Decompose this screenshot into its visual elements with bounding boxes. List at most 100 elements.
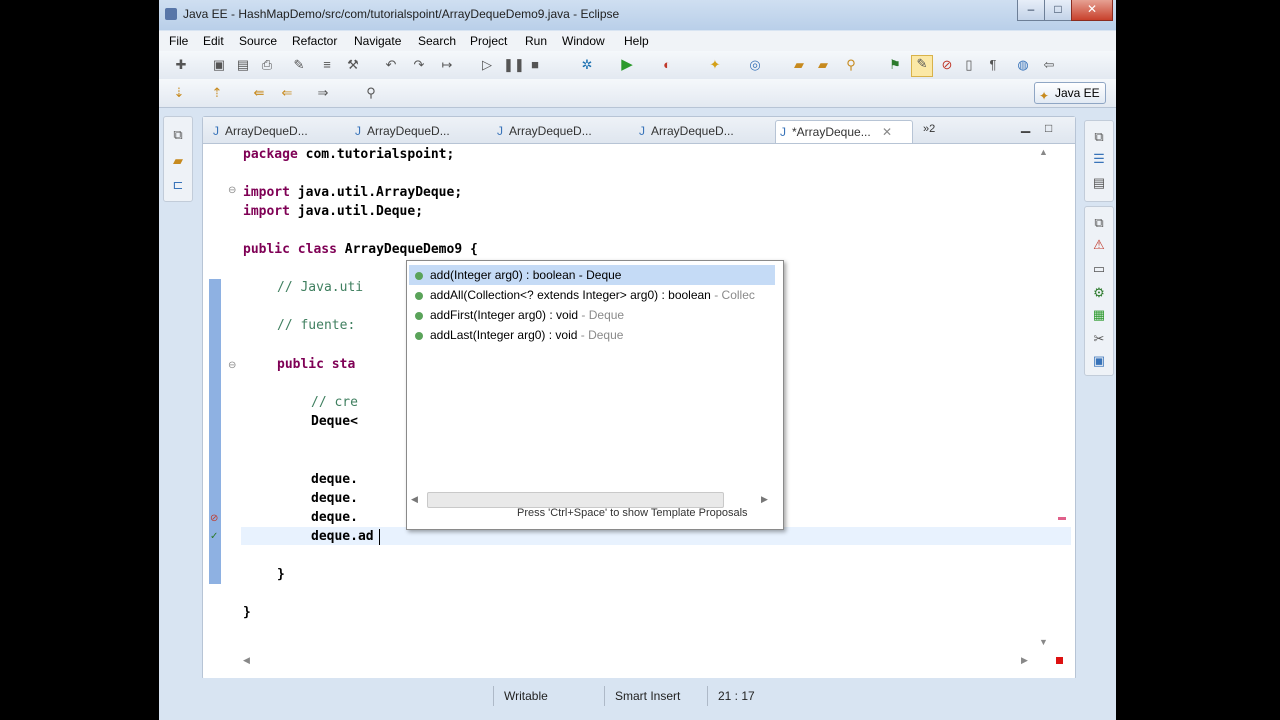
- tab-arraydeque-4[interactable]: J ArrayDequeD...: [635, 120, 765, 142]
- tab-arraydeque-1[interactable]: J ArrayDequeD...: [209, 120, 339, 142]
- globe-icon[interactable]: ◍: [1015, 57, 1031, 73]
- proposal-item[interactable]: addLast(Integer arg0) : void - Deque: [415, 325, 623, 345]
- print-icon[interactable]: ⎙: [259, 57, 275, 73]
- code-line-import-2[interactable]: import java.util.Deque;: [243, 204, 423, 219]
- close-button[interactable]: ✕: [1071, 0, 1113, 21]
- back-icon[interactable]: ⇐: [279, 85, 295, 101]
- stop-icon[interactable]: ■: [527, 57, 543, 73]
- javadoc-icon[interactable]: ▭: [1091, 261, 1107, 277]
- code-line-deque-1[interactable]: deque.: [311, 472, 358, 487]
- undo-icon[interactable]: ↶: [383, 57, 399, 73]
- proposal-item[interactable]: add(Integer arg0) : boolean - Deque: [409, 265, 775, 285]
- toggle-mark-icon[interactable]: ⊘: [939, 57, 955, 73]
- proposal-item[interactable]: addFirst(Integer arg0) : void - Deque: [415, 305, 624, 325]
- code-line-current[interactable]: deque.ad: [311, 529, 374, 544]
- next-annotation-icon[interactable]: ⇣: [171, 85, 187, 101]
- data-source-icon[interactable]: ▦: [1091, 307, 1107, 323]
- type-hierarchy-icon[interactable]: ⊏: [170, 177, 186, 193]
- scroll-right-icon[interactable]: ▶: [1021, 655, 1028, 666]
- highlight-toggle-icon[interactable]: ✎: [911, 55, 933, 77]
- redo-icon[interactable]: ↷: [411, 57, 427, 73]
- open-type-icon[interactable]: ▰: [815, 57, 831, 73]
- new-server-icon[interactable]: ◎: [747, 57, 763, 73]
- tab-arraydeque-active[interactable]: J *ArrayDeque... ✕: [775, 120, 913, 143]
- menu-navigate[interactable]: Navigate: [354, 34, 401, 48]
- proposal-horizontal-scrollbar[interactable]: [427, 492, 724, 508]
- pen-icon[interactable]: ✎: [291, 57, 307, 73]
- search-icon[interactable]: ⚲: [843, 57, 859, 73]
- open-folder-icon[interactable]: ▰: [791, 57, 807, 73]
- console-icon[interactable]: ▣: [1091, 353, 1107, 369]
- menu-source[interactable]: Source: [239, 34, 277, 48]
- snippets-icon[interactable]: ✂: [1091, 331, 1107, 347]
- pilcrow-icon[interactable]: ¶: [985, 57, 1001, 73]
- restore-bottom-icon[interactable]: ⧉: [1091, 215, 1107, 231]
- restore-icon[interactable]: ⧉: [170, 127, 186, 143]
- minimize-editor-icon[interactable]: ▁: [1021, 119, 1030, 133]
- prev-annotation-icon[interactable]: ⇡: [209, 85, 225, 101]
- run-icon[interactable]: ▶: [619, 57, 635, 73]
- problems-icon[interactable]: ⚠: [1091, 237, 1107, 253]
- scroll-left-icon[interactable]: ◀: [243, 655, 250, 666]
- fold-import-icon[interactable]: ⊖: [228, 185, 236, 196]
- menu-file[interactable]: File: [169, 34, 188, 48]
- code-line-close-method[interactable]: }: [277, 567, 285, 582]
- code-line-close-class[interactable]: }: [243, 605, 251, 620]
- proposal-item[interactable]: addAll(Collection<? extends Integer> arg…: [415, 285, 755, 305]
- block-select-icon[interactable]: ▯: [961, 57, 977, 73]
- step-icon[interactable]: ↦: [439, 57, 455, 73]
- fold-method-icon[interactable]: ⊖: [228, 360, 236, 371]
- code-line-deque-3[interactable]: deque.: [311, 510, 358, 525]
- new-icon[interactable]: ✚: [173, 57, 189, 73]
- tab-arraydeque-3[interactable]: J ArrayDequeD...: [493, 120, 623, 142]
- quick-fix-icon[interactable]: ✓: [210, 531, 218, 542]
- marker-icon[interactable]: ⚑: [887, 57, 903, 73]
- pause-icon[interactable]: ❚❚: [503, 57, 525, 73]
- tab-close-icon[interactable]: ✕: [874, 125, 892, 139]
- forward-icon[interactable]: ⇒: [315, 85, 331, 101]
- nav-back-icon[interactable]: ⇦: [1041, 57, 1057, 73]
- minimize-button[interactable]: –: [1017, 0, 1045, 21]
- save-icon[interactable]: ▣: [211, 57, 227, 73]
- error-marker-icon[interactable]: ⊘: [210, 513, 218, 524]
- popup-scroll-right-icon[interactable]: ▶: [761, 494, 768, 505]
- tool-icon[interactable]: ⚒: [345, 57, 361, 73]
- scroll-down-icon[interactable]: ▼: [1039, 637, 1048, 647]
- code-line-package[interactable]: package com.tutorialspoint;: [243, 147, 454, 162]
- code-line-comment-1[interactable]: // Java.uti: [277, 280, 363, 295]
- popup-scroll-left-icon[interactable]: ◀: [411, 494, 418, 505]
- java-ee-perspective-button[interactable]: ✦ Java EE: [1034, 82, 1106, 104]
- save-all-icon[interactable]: ▤: [235, 57, 251, 73]
- code-line-class[interactable]: public class ArrayDequeDemo9 {: [243, 242, 478, 257]
- overview-error-indicator[interactable]: [1056, 657, 1063, 664]
- hidden-tabs-indicator[interactable]: »2: [923, 123, 935, 135]
- menu-refactor[interactable]: Refactor: [292, 34, 337, 48]
- pin-editor-icon[interactable]: ⚲: [363, 85, 379, 101]
- code-line-comment-3[interactable]: // cre: [311, 395, 358, 410]
- scroll-up-icon[interactable]: ▲: [1039, 147, 1048, 157]
- task-list-icon[interactable]: ▤: [1091, 175, 1107, 191]
- maximize-editor-icon[interactable]: □: [1045, 121, 1052, 135]
- menu-edit[interactable]: Edit: [203, 34, 224, 48]
- code-line-import-1[interactable]: import java.util.ArrayDeque;: [243, 185, 462, 200]
- project-explorer-icon[interactable]: ▰: [170, 153, 186, 169]
- menu-project[interactable]: Project: [470, 34, 507, 48]
- code-line-deque-decl[interactable]: Deque<: [311, 414, 358, 429]
- code-line-main[interactable]: public sta: [277, 357, 355, 372]
- code-line-deque-2[interactable]: deque.: [311, 491, 358, 506]
- menu-search[interactable]: Search: [418, 34, 456, 48]
- last-edit-icon[interactable]: ⇚: [251, 85, 267, 101]
- format-icon[interactable]: ≡: [319, 57, 335, 73]
- maximize-button[interactable]: □: [1044, 0, 1072, 21]
- resume-icon[interactable]: ▷: [479, 57, 495, 73]
- overview-error-marker[interactable]: [1058, 517, 1066, 520]
- debug-icon[interactable]: ✲: [579, 57, 595, 73]
- coverage-icon[interactable]: ◐: [659, 57, 675, 73]
- restore-right-icon[interactable]: ⧉: [1091, 129, 1107, 145]
- external-tools-icon[interactable]: ✦: [707, 57, 723, 73]
- menu-run[interactable]: Run: [525, 34, 547, 48]
- servers-icon[interactable]: ⚙: [1091, 285, 1107, 301]
- code-line-comment-2[interactable]: // fuente:: [277, 318, 355, 333]
- outline-icon[interactable]: ☰: [1091, 151, 1107, 167]
- menu-window[interactable]: Window: [562, 34, 605, 48]
